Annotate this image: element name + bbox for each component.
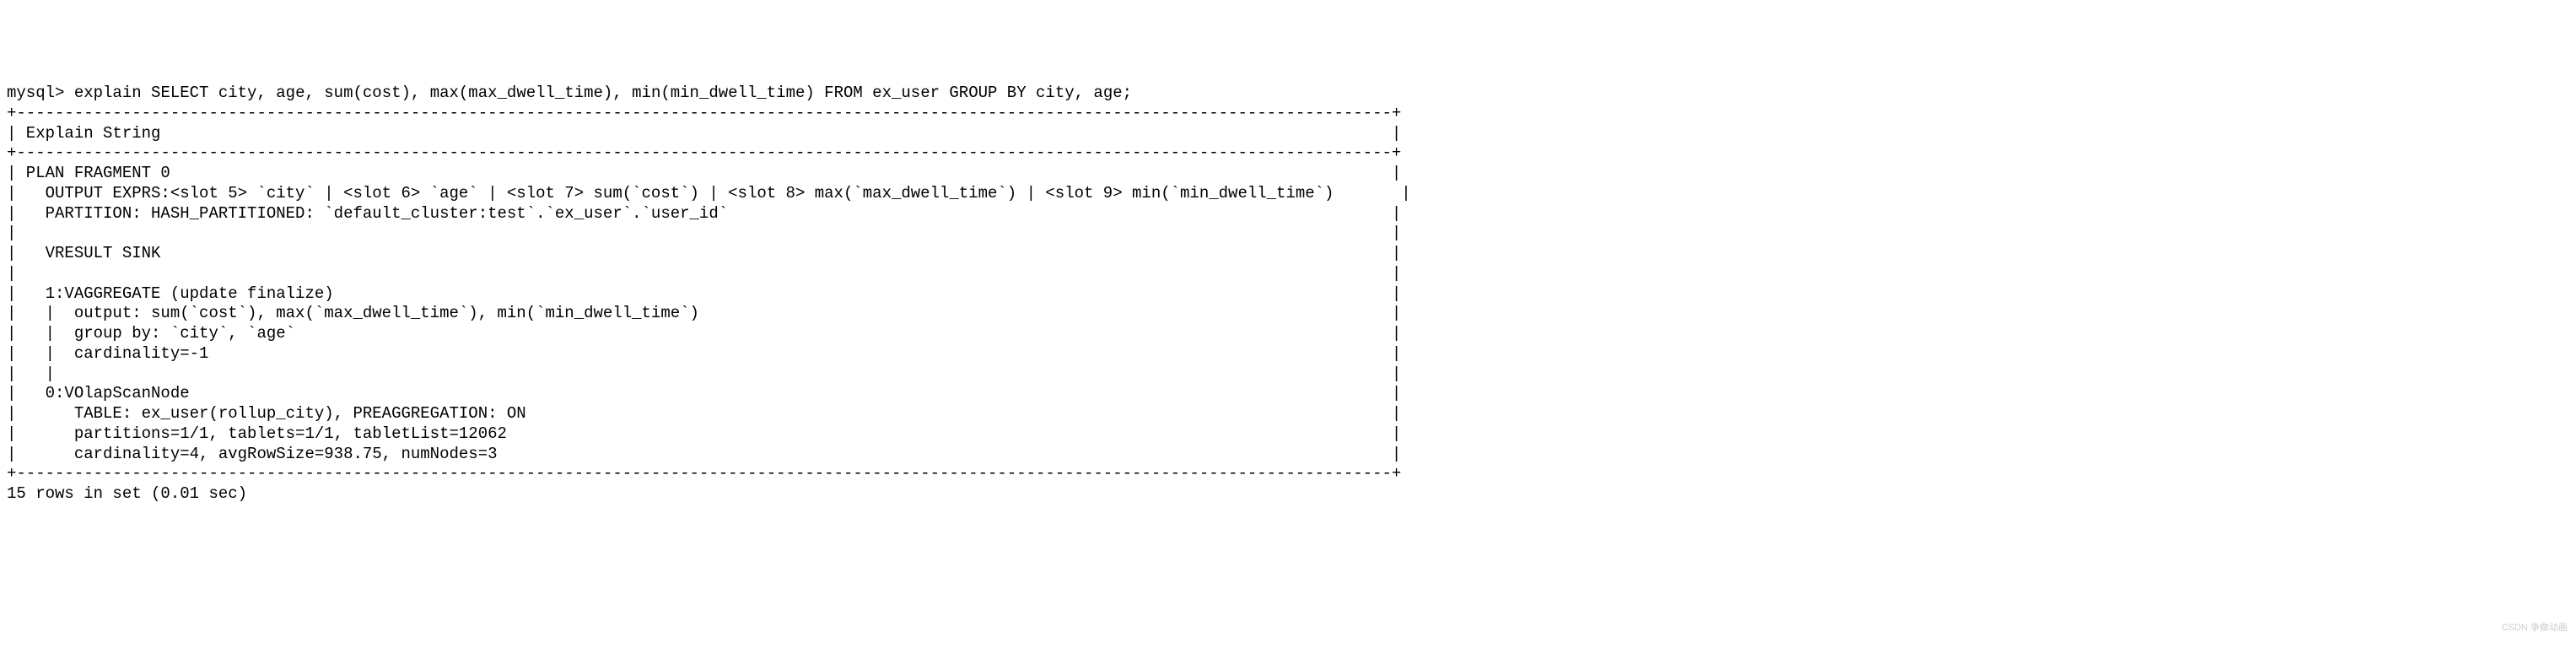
plan-line-8: | | group by: `city`, `age` | (7, 324, 1401, 343)
sql-query: explain SELECT city, age, sum(cost), max… (74, 84, 1132, 102)
mysql-terminal-output: mysql> explain SELECT city, age, sum(cos… (7, 84, 2569, 505)
plan-line-7: | | output: sum(`cost`), max(`max_dwell_… (7, 304, 1401, 322)
plan-line-11: | 0:VOlapScanNode | (7, 384, 1401, 402)
plan-line-2: | PARTITION: HASH_PARTITIONED: `default_… (7, 204, 1401, 223)
table-column-header: | Explain String | (7, 124, 1401, 143)
plan-line-5: | | (7, 264, 1401, 283)
mysql-prompt: mysql> (7, 84, 74, 102)
table-border-mid: +---------------------------------------… (7, 143, 1401, 162)
plan-line-3: | | (7, 224, 1401, 242)
plan-line-14: | cardinality=4, avgRowSize=938.75, numN… (7, 445, 1401, 463)
plan-line-12: | TABLE: ex_user(rollup_city), PREAGGREG… (7, 404, 1401, 423)
plan-line-4: | VRESULT SINK | (7, 244, 1401, 262)
plan-line-13: | partitions=1/1, tablets=1/1, tabletLis… (7, 424, 1401, 443)
plan-line-10: | | | (7, 364, 1401, 383)
plan-line-6: | 1:VAGGREGATE (update finalize) | (7, 284, 1401, 303)
watermark-text: CSDN 争做动画 (2502, 623, 2568, 634)
plan-line-1: | OUTPUT EXPRS:<slot 5> `city` | <slot 6… (7, 184, 1411, 202)
plan-line-0: | PLAN FRAGMENT 0 | (7, 164, 1401, 182)
result-footer: 15 rows in set (0.01 sec) (7, 484, 247, 503)
table-border-top: +---------------------------------------… (7, 104, 1401, 122)
plan-line-9: | | cardinality=-1 | (7, 344, 1401, 363)
table-border-bottom: +---------------------------------------… (7, 464, 1401, 483)
